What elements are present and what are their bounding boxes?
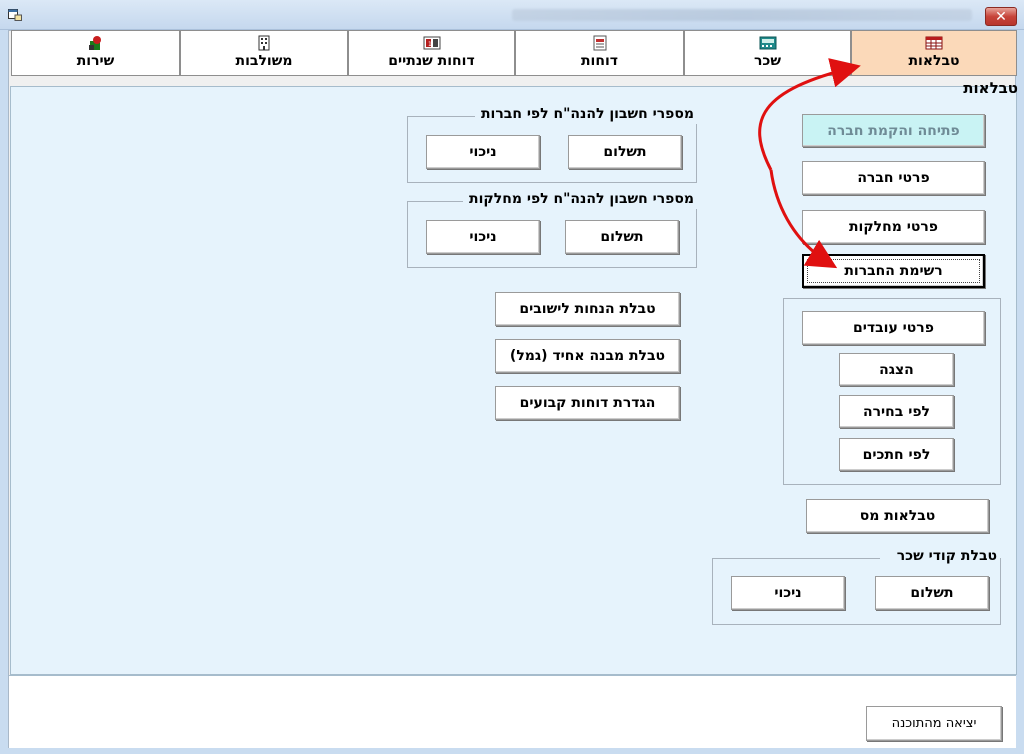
company-accounts-payment-button[interactable]: תשלום (568, 135, 682, 169)
tab-combined[interactable]: משולבות (180, 30, 348, 76)
tab-tables[interactable]: טבלאות (851, 30, 1017, 76)
tab-label: טבלאות (908, 53, 960, 69)
exit-program-button[interactable]: יציאה מהתוכנה (866, 706, 1002, 741)
app-icon (8, 9, 22, 21)
salary-codes-group-label: טבלת קודי שכר (880, 548, 1000, 566)
tab-label: שירות (76, 53, 115, 69)
open-company-button[interactable]: פתיחה והקמת חברה (802, 114, 985, 147)
salary-codes-deduction-button[interactable]: ניכוי (731, 576, 845, 610)
close-icon: ✕ (995, 8, 1007, 25)
panel-title: טבלאות (963, 79, 1018, 97)
svg-text:1: 1 (428, 41, 432, 48)
calculator-icon (759, 35, 777, 51)
report-icon (591, 35, 609, 51)
tab-label: דוחות שנתיים (388, 53, 475, 69)
fixed-reports-button[interactable]: הגדרת דוחות קבועים (495, 386, 680, 420)
by-selection-button[interactable]: לפי בחירה (839, 395, 954, 428)
service-icon (87, 35, 105, 51)
settlement-discounts-button[interactable]: טבלת הנחות לישובים (495, 292, 680, 326)
accounts-by-department-group-label: מספרי חשבון להנה"ח לפי מחלקות (463, 191, 697, 209)
department-details-button[interactable]: פרטי מחלקות (802, 210, 985, 244)
company-accounts-deduction-button[interactable]: ניכוי (426, 135, 540, 169)
tab-annual-reports[interactable]: 1 דוחות שנתיים (348, 30, 515, 76)
display-button[interactable]: הצגה (839, 353, 954, 386)
footer-bar (9, 675, 1016, 748)
tax-tables-button[interactable]: טבלאות מס (806, 499, 989, 533)
tab-salary[interactable]: שכר (684, 30, 851, 76)
department-accounts-payment-button[interactable]: תשלום (565, 220, 679, 254)
building-icon (255, 35, 273, 51)
employee-details-button[interactable]: פרטי עובדים (802, 311, 985, 345)
table-icon (925, 35, 943, 51)
uniform-structure-button[interactable]: טבלת מבנה אחיד (גמל) (495, 339, 680, 373)
company-details-button[interactable]: פרטי חברה (802, 161, 985, 195)
calendar-report-icon: 1 (423, 35, 441, 51)
accounts-by-company-group-label: מספרי חשבון להנה"ח לפי חברות (475, 106, 697, 124)
salary-codes-payment-button[interactable]: תשלום (875, 576, 989, 610)
company-list-button[interactable]: רשימת החברות (802, 254, 985, 288)
tab-label: שכר (754, 53, 781, 69)
tab-reports[interactable]: דוחות (515, 30, 684, 76)
tab-services[interactable]: שירות (11, 30, 180, 76)
close-window-button[interactable]: ✕ (985, 7, 1017, 26)
window-title (512, 9, 972, 21)
department-accounts-deduction-button[interactable]: ניכוי (426, 220, 540, 254)
by-sections-button[interactable]: לפי חתכים (839, 438, 954, 471)
tab-label: משולבות (235, 53, 293, 69)
tab-label: דוחות (580, 53, 619, 69)
